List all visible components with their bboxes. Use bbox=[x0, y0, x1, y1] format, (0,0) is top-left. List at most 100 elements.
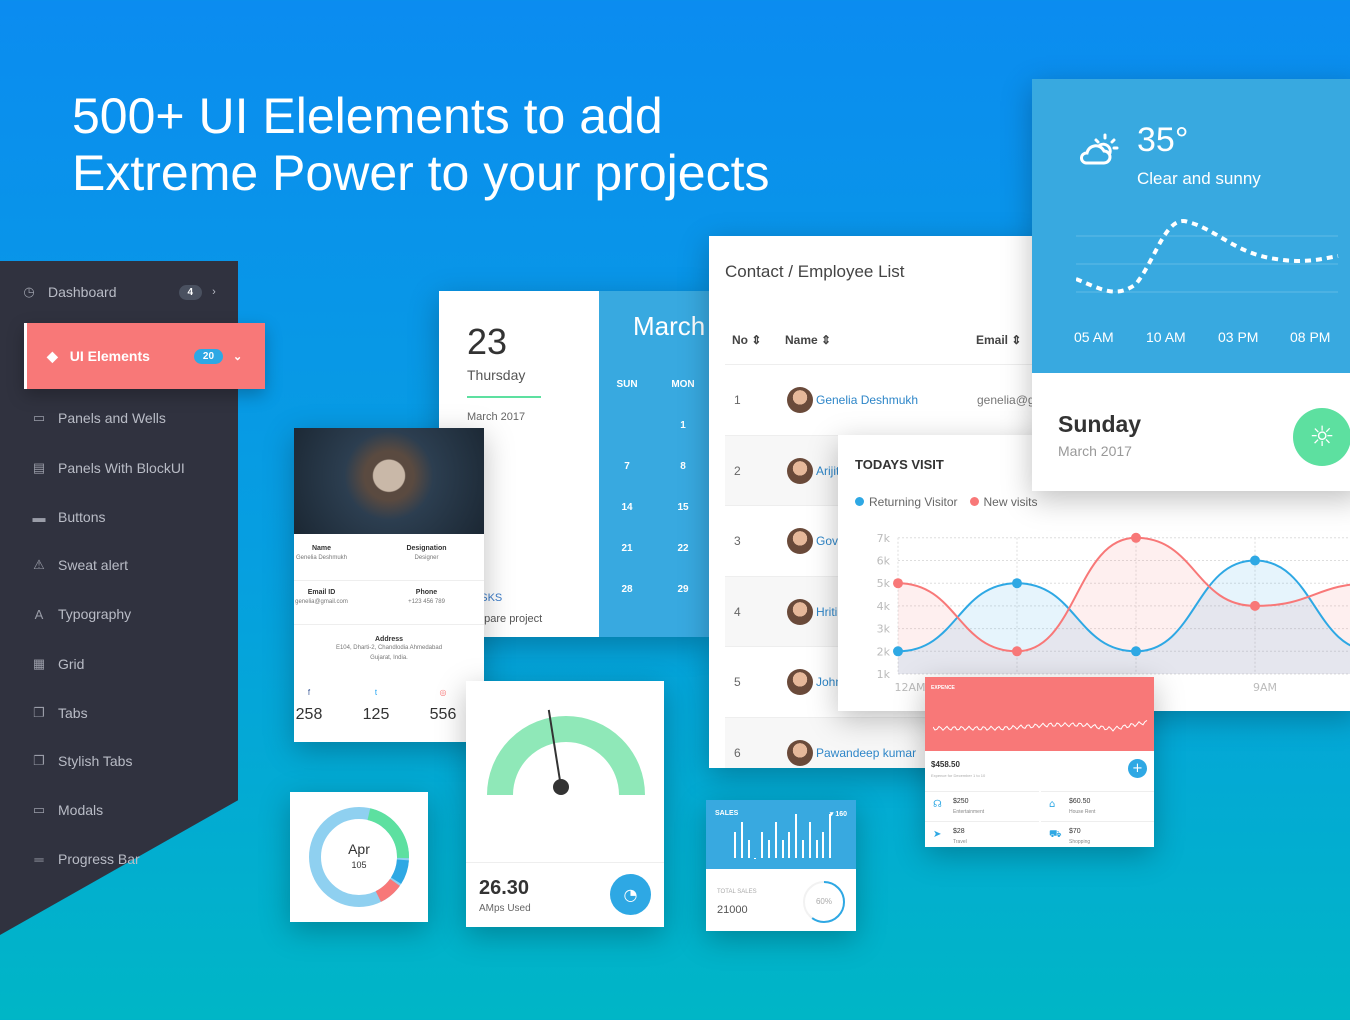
contact-name[interactable]: Pawandeep kumar bbox=[816, 746, 916, 760]
weekday-header: MON bbox=[671, 379, 695, 390]
facebook-icon[interactable]: f bbox=[294, 688, 329, 697]
sidebar-item-ui-elements[interactable]: ◆ UI Elements 20 ⌄ bbox=[24, 323, 265, 389]
donut-chart bbox=[309, 807, 409, 907]
sales-card: SALES ▾ 160 TOTAL SALES 21000 60% bbox=[706, 800, 856, 931]
contact-name[interactable]: Genelia Deshmukh bbox=[816, 393, 918, 407]
gauge bbox=[487, 709, 645, 796]
donut-value: 105 bbox=[351, 860, 367, 870]
expense-item[interactable]: ☊ $250 Entertainment bbox=[925, 791, 1039, 821]
weather-temperature: 35° bbox=[1137, 121, 1189, 159]
sidebar-item-tabs[interactable]: ❐ Tabs bbox=[30, 705, 87, 721]
name-label: Name bbox=[311, 545, 332, 552]
calendar-grid: March SUN MON 1 7 8 14 15 21 22 28 29 bbox=[599, 291, 711, 637]
send-icon: ➤ bbox=[933, 829, 942, 840]
data-point[interactable] bbox=[1012, 646, 1022, 657]
gauge-value: 26.30 bbox=[479, 877, 530, 899]
column-header-email[interactable]: Email ⇕ bbox=[976, 333, 1021, 347]
calendar-date[interactable]: 8 bbox=[655, 461, 711, 472]
sidebar-item-label: Dashboard bbox=[48, 284, 117, 300]
expense-item-amount: $70 bbox=[1069, 828, 1081, 835]
data-point[interactable] bbox=[1012, 578, 1022, 589]
data-point[interactable] bbox=[1250, 600, 1260, 611]
stat-value: 125 bbox=[362, 706, 390, 723]
add-expense-button[interactable]: + bbox=[1128, 759, 1147, 778]
tabs-icon: ❐ bbox=[33, 753, 45, 768]
calendar-date[interactable]: 7 bbox=[599, 461, 655, 472]
stat-value: 556 bbox=[429, 706, 457, 723]
expense-item[interactable]: ⛟ $70 Shopping bbox=[1041, 821, 1154, 847]
chevron-down-icon[interactable]: ⌄ bbox=[233, 350, 242, 363]
home-icon: ⌂ bbox=[1049, 799, 1056, 810]
calendar-date[interactable]: 28 bbox=[599, 584, 655, 595]
divider bbox=[467, 396, 541, 398]
sidebar-item-panels-with-blockui[interactable]: ▤ Panels With BlockUI bbox=[30, 460, 185, 476]
column-label: No bbox=[732, 333, 748, 347]
y-tick-label: 3k bbox=[877, 623, 891, 636]
sun-icon[interactable]: ☼ bbox=[1293, 408, 1350, 466]
expense-sparkline bbox=[933, 719, 1148, 732]
weather-description: Clear and sunny bbox=[1137, 169, 1261, 188]
sidebar-item-label: Grid bbox=[58, 656, 85, 672]
cart-icon: ⛟ bbox=[1049, 829, 1062, 840]
contact-list-title: Contact / Employee List bbox=[725, 262, 905, 281]
total-sales-label: TOTAL SALES bbox=[717, 889, 757, 895]
data-point[interactable] bbox=[1250, 555, 1260, 566]
avatar bbox=[787, 387, 813, 413]
sidebar-item-grid[interactable]: ▦ Grid bbox=[30, 656, 85, 672]
sidebar-item-buttons[interactable]: ▬ Buttons bbox=[30, 509, 106, 525]
name-value: Genelia Deshmukh bbox=[295, 555, 348, 561]
sales-title: SALES bbox=[715, 810, 739, 817]
sales-percent: 60% bbox=[815, 897, 832, 906]
sales-bar bbox=[734, 832, 736, 858]
twitter-icon[interactable]: t bbox=[356, 688, 396, 697]
sidebar-item-modals[interactable]: ▭ Modals bbox=[30, 802, 103, 818]
column-header-name[interactable]: Name ⇕ bbox=[785, 333, 831, 347]
data-point[interactable] bbox=[1131, 646, 1141, 657]
sidebar-item-label: Sweat alert bbox=[58, 557, 129, 573]
dribbble-icon[interactable]: ◎ bbox=[423, 688, 463, 697]
sidebar-item-panels-and-wells[interactable]: ▭ Panels and Wells bbox=[30, 410, 166, 426]
column-header-no[interactable]: No ⇕ bbox=[732, 333, 761, 347]
expense-card: EXPENCE $458.50 Expence for December 1 t… bbox=[925, 677, 1154, 847]
expense-item[interactable]: ⌂ $60.50 House Rent bbox=[1041, 791, 1154, 821]
data-point[interactable] bbox=[893, 646, 903, 657]
progress-icon: ═ bbox=[34, 851, 44, 867]
sidebar-item-stylish-tabs[interactable]: ❐ Stylish Tabs bbox=[30, 753, 132, 769]
sidebar-item-label: Panels and Wells bbox=[58, 410, 166, 426]
weather-card: 35° Clear and sunny 05 AM 10 AM 03 PM 08 PM… bbox=[1032, 79, 1350, 491]
sidebar-item-label: Panels With BlockUI bbox=[58, 460, 185, 476]
sort-icon: ⇕ bbox=[821, 333, 832, 347]
expense-item-amount: $28 bbox=[953, 828, 965, 835]
calendar-day: 23 bbox=[467, 321, 508, 362]
contact-email: genelia@g bbox=[977, 393, 1035, 407]
calendar-date[interactable]: 14 bbox=[599, 502, 655, 513]
modal-icon: ▭ bbox=[32, 802, 46, 817]
data-point[interactable] bbox=[1131, 532, 1141, 543]
avatar bbox=[787, 598, 813, 625]
calendar-date[interactable]: 21 bbox=[599, 543, 655, 554]
sales-bar bbox=[795, 814, 798, 858]
headline-line-1: 500+ UI Elelements to add bbox=[72, 88, 663, 144]
calendar-date[interactable]: 1 bbox=[655, 420, 711, 431]
sparkline bbox=[933, 719, 1148, 732]
sidebar-item-typography[interactable]: A Typography bbox=[30, 606, 132, 622]
sidebar-item-sweat-alert[interactable]: ⚠ Sweat alert bbox=[30, 557, 128, 573]
table-row[interactable]: 1 Genelia Deshmukh genelia@g bbox=[725, 364, 1039, 434]
phone-label: Phone bbox=[415, 589, 438, 596]
sidebar-item-dashboard[interactable]: ◷ Dashboard 4 › bbox=[20, 284, 216, 300]
weather-header: 35° Clear and sunny 05 AM 10 AM 03 PM 08 PM bbox=[1032, 79, 1350, 373]
calendar-date[interactable]: 15 bbox=[655, 502, 711, 513]
button-icon: ▬ bbox=[32, 509, 46, 525]
data-point[interactable] bbox=[893, 578, 903, 589]
expense-item[interactable]: ➤ $28 Travel bbox=[925, 821, 1039, 847]
total-sales-value: 21000 bbox=[717, 904, 748, 916]
profile-card: Name Genelia Deshmukh Designation Designer E… bbox=[294, 428, 484, 742]
expense-item-amount: $250 bbox=[953, 798, 969, 805]
sidebar-item-progress-bar[interactable]: ═ Progress Bar bbox=[30, 851, 139, 867]
calendar-date[interactable]: 22 bbox=[655, 543, 711, 554]
chevron-right-icon[interactable]: › bbox=[212, 286, 216, 298]
alert-icon: ⚠ bbox=[33, 557, 45, 572]
contact-name[interactable]: Arijit bbox=[816, 464, 839, 478]
speedometer-icon[interactable]: ◔ bbox=[610, 874, 651, 915]
calendar-date[interactable]: 29 bbox=[655, 584, 711, 595]
